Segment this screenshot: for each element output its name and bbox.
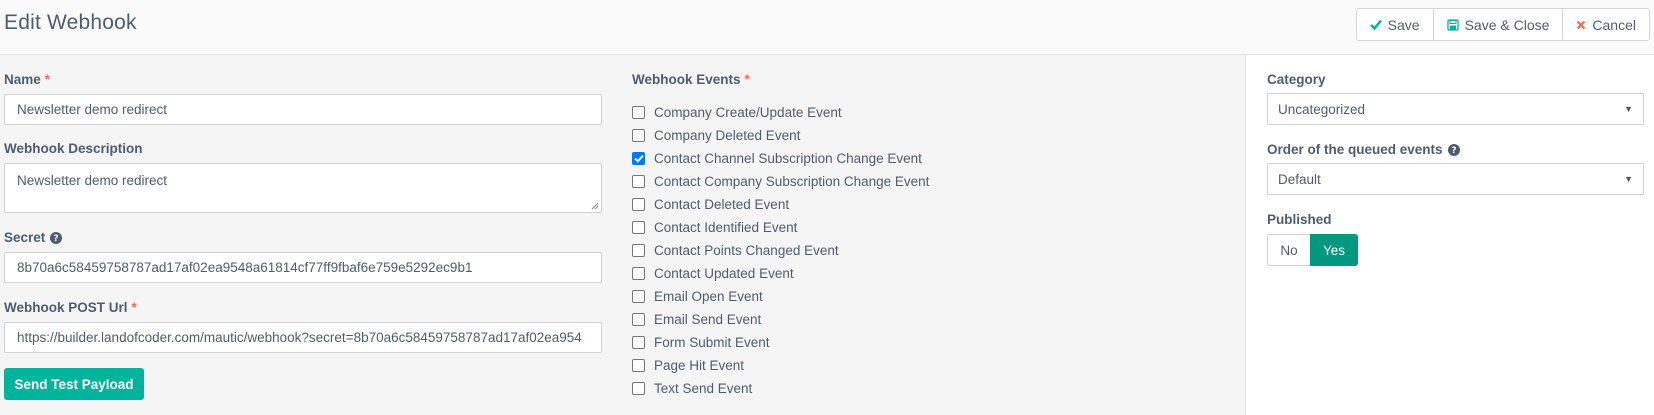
event-item[interactable]: Company Create/Update Event	[632, 105, 842, 120]
post-url-label-text: Webhook POST Url	[4, 300, 128, 315]
check-icon	[1369, 19, 1382, 30]
svg-text:?: ?	[54, 234, 59, 244]
event-item[interactable]: Contact Updated Event	[632, 266, 794, 281]
post-url-input[interactable]: https://builder.landofcoder.com/mautic/w…	[4, 322, 602, 353]
save-button[interactable]: Save	[1357, 9, 1434, 40]
checkbox[interactable]	[632, 244, 645, 257]
event-item[interactable]: Form Submit Event	[632, 335, 770, 350]
caret-down-icon: ▼	[1624, 174, 1633, 184]
description-value: Newsletter demo redirect	[17, 173, 168, 188]
save-close-button[interactable]: Save & Close	[1434, 9, 1564, 40]
event-label: Contact Identified Event	[654, 220, 798, 235]
event-label: Text Send Event	[654, 381, 753, 396]
checkbox[interactable]	[632, 382, 645, 395]
check-icon	[633, 154, 644, 163]
event-item[interactable]: Page Hit Event	[632, 358, 744, 373]
help-icon[interactable]: ?	[50, 231, 63, 244]
description-label: Webhook Description	[4, 141, 143, 156]
required-mark: *	[131, 300, 137, 315]
event-label: Contact Deleted Event	[654, 197, 790, 212]
webhook-events-label-text: Webhook Events	[632, 72, 741, 87]
order-value: Default	[1278, 171, 1321, 187]
order-select[interactable]: Default ▼	[1267, 163, 1644, 195]
checkbox[interactable]	[632, 198, 645, 211]
help-icon[interactable]: ?	[1447, 143, 1460, 156]
checkbox[interactable]	[632, 221, 645, 234]
event-label: Contact Company Subscription Change Even…	[654, 174, 930, 189]
main-form: Name * Newsletter demo redirect Webhook D…	[0, 55, 1245, 415]
name-label: Name *	[4, 72, 50, 87]
resize-handle-icon[interactable]	[591, 202, 599, 210]
event-item[interactable]: Text Send Event	[632, 381, 752, 396]
required-mark: *	[744, 72, 750, 87]
event-item[interactable]: Company Deleted Event	[632, 128, 800, 143]
secret-label-text: Secret	[4, 230, 46, 245]
floppy-icon	[1446, 18, 1459, 31]
name-input[interactable]: Newsletter demo redirect	[4, 94, 602, 125]
event-label: Form Submit Event	[654, 335, 770, 350]
published-label: Published	[1267, 212, 1332, 227]
name-label-text: Name	[4, 72, 41, 87]
published-toggle: No Yes	[1267, 234, 1358, 266]
page-header: Edit Webhook Save Save & Close Cancel	[0, 0, 1654, 55]
checkbox[interactable]	[632, 267, 645, 280]
post-url-label: Webhook POST Url *	[4, 300, 137, 315]
caret-down-icon: ▼	[1624, 104, 1633, 114]
category-value: Uncategorized	[1278, 101, 1366, 117]
category-label: Category	[1267, 72, 1326, 87]
checkbox-checked[interactable]	[632, 152, 645, 165]
close-icon	[1577, 20, 1586, 29]
order-label-text: Order of the queued events	[1267, 142, 1443, 157]
published-no-button[interactable]: No	[1267, 234, 1310, 266]
checkbox[interactable]	[632, 175, 645, 188]
sidebar-panel: Category Uncategorized ▼ Order of the qu…	[1245, 55, 1654, 415]
cancel-button-label: Cancel	[1592, 16, 1636, 33]
event-label: Page Hit Event	[654, 358, 745, 373]
checkbox[interactable]	[632, 129, 645, 142]
webhook-events-label: Webhook Events *	[632, 72, 750, 87]
toolbar-button-group: Save Save & Close Cancel	[1355, 8, 1650, 41]
event-label: Company Create/Update Event	[654, 105, 842, 120]
page-title: Edit Webhook	[4, 11, 137, 34]
description-textarea[interactable]: Newsletter demo redirect	[4, 163, 602, 213]
save-button-label: Save	[1387, 16, 1420, 33]
event-label: Email Open Event	[654, 289, 763, 304]
event-label: Company Deleted Event	[654, 128, 801, 143]
event-item[interactable]: Contact Identified Event	[632, 220, 797, 235]
event-item[interactable]: Email Open Event	[632, 289, 763, 304]
event-label: Contact Channel Subscription Change Even…	[654, 151, 922, 166]
svg-text:?: ?	[1451, 146, 1456, 156]
event-label: Contact Points Changed Event	[654, 243, 839, 258]
send-test-payload-button[interactable]: Send Test Payload	[4, 368, 144, 400]
required-mark: *	[44, 72, 51, 87]
event-label: Email Send Event	[654, 312, 762, 327]
checkbox[interactable]	[632, 106, 645, 119]
secret-input[interactable]: 8b70a6c58459758787ad17af02ea9548a61814cf…	[4, 252, 602, 283]
checkbox[interactable]	[632, 336, 645, 349]
checkbox[interactable]	[632, 359, 645, 372]
event-item[interactable]: Contact Points Changed Event	[632, 243, 839, 258]
event-item[interactable]: Contact Deleted Event	[632, 197, 789, 212]
event-item[interactable]: Contact Company Subscription Change Even…	[632, 174, 929, 189]
checkbox[interactable]	[632, 290, 645, 303]
event-item[interactable]: Email Send Event	[632, 312, 761, 327]
published-yes-button[interactable]: Yes	[1310, 234, 1358, 266]
checkbox[interactable]	[632, 313, 645, 326]
category-select[interactable]: Uncategorized ▼	[1267, 93, 1644, 125]
order-label: Order of the queued events ?	[1267, 142, 1460, 157]
secret-label: Secret ?	[4, 230, 63, 245]
save-close-button-label: Save & Close	[1464, 16, 1550, 33]
event-item[interactable]: Contact Channel Subscription Change Even…	[632, 151, 922, 166]
cancel-button[interactable]: Cancel	[1563, 9, 1649, 40]
event-label: Contact Updated Event	[654, 266, 794, 281]
